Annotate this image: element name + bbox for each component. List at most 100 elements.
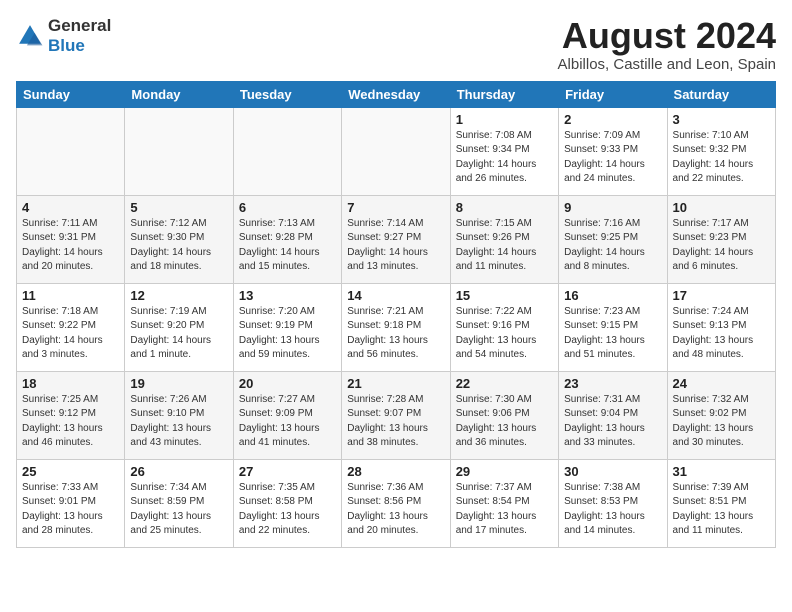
day-info: Sunrise: 7:13 AM Sunset: 9:28 PM Dayligh…	[239, 217, 336, 275]
day-info: Sunrise: 7:19 AM Sunset: 9:20 PM Dayligh…	[130, 305, 227, 363]
day-number: 21	[347, 376, 444, 391]
day-number: 12	[130, 288, 227, 303]
calendar-cell: 25 Sunrise: 7:33 AM Sunset: 9:01 PM Dayli…	[17, 459, 125, 547]
calendar-cell: 9 Sunrise: 7:16 AM Sunset: 9:25 PM Daylig…	[559, 195, 667, 283]
calendar-cell: 19Sunrise: 7:26 AM Sunset: 9:10 PM Dayli…	[125, 371, 233, 459]
day-number: 8	[456, 200, 553, 215]
day-info: Sunrise: 7:39 AM Sunset: 8:51 PM Dayligh…	[673, 481, 770, 539]
day-info: Sunrise: 7:16 AM Sunset: 9:25 PM Dayligh…	[564, 217, 661, 275]
day-info: Sunrise: 7:38 AM Sunset: 8:53 PM Dayligh…	[564, 481, 661, 539]
calendar-cell: 4 Sunrise: 7:11 AM Sunset: 9:31 PM Daylig…	[17, 195, 125, 283]
day-info: Sunrise: 7:35 AM Sunset: 8:58 PM Dayligh…	[239, 481, 336, 539]
day-info: Sunrise: 7:33 AM Sunset: 9:01 PM Dayligh…	[22, 481, 119, 539]
day-info: Sunrise: 7:36 AM Sunset: 8:56 PM Dayligh…	[347, 481, 444, 539]
day-number: 24	[673, 376, 770, 391]
logo: General Blue	[16, 16, 111, 56]
calendar-cell: 14 Sunrise: 7:21 AM Sunset: 9:18 PM Dayli…	[342, 283, 450, 371]
calendar-cell: 15 Sunrise: 7:22 AM Sunset: 9:16 PM Dayli…	[450, 283, 558, 371]
day-info: Sunrise: 7:09 AM Sunset: 9:33 PM Dayligh…	[564, 129, 661, 187]
weekday-header-tuesday: Tuesday	[233, 81, 341, 107]
weekday-header-sunday: Sunday	[17, 81, 125, 107]
logo-icon	[16, 22, 44, 50]
day-number: 26	[130, 464, 227, 479]
calendar-cell: 11 Sunrise: 7:18 AM Sunset: 9:22 PM Dayli…	[17, 283, 125, 371]
day-number: 15	[456, 288, 553, 303]
day-info: Sunrise: 7:28 AM Sunset: 9:07 PM Dayligh…	[347, 393, 444, 451]
day-number: 22	[456, 376, 553, 391]
day-info: Sunrise: 7:18 AM Sunset: 9:22 PM Dayligh…	[22, 305, 119, 363]
weekday-header-saturday: Saturday	[667, 81, 775, 107]
title-block: August 2024 Albillos, Castille and Leon,…	[558, 16, 776, 73]
day-info: Sunrise: 7:37 AM Sunset: 8:54 PM Dayligh…	[456, 481, 553, 539]
day-number: 10	[673, 200, 770, 215]
calendar-cell: 12 Sunrise: 7:19 AM Sunset: 9:20 PM Dayli…	[125, 283, 233, 371]
calendar-cell: 27 Sunrise: 7:35 AM Sunset: 8:58 PM Dayli…	[233, 459, 341, 547]
day-info: Sunrise: 7:12 AM Sunset: 9:30 PM Dayligh…	[130, 217, 227, 275]
calendar-cell: 26Sunrise: 7:34 AM Sunset: 8:59 PM Dayli…	[125, 459, 233, 547]
calendar-cell: 23Sunrise: 7:31 AM Sunset: 9:04 PM Dayli…	[559, 371, 667, 459]
day-number: 7	[347, 200, 444, 215]
day-info: Sunrise: 7:10 AM Sunset: 9:32 PM Dayligh…	[673, 129, 770, 187]
calendar-cell: 28 Sunrise: 7:36 AM Sunset: 8:56 PM Dayli…	[342, 459, 450, 547]
day-number: 14	[347, 288, 444, 303]
day-info: Sunrise: 7:25 AM Sunset: 9:12 PM Dayligh…	[22, 393, 119, 451]
day-number: 5	[130, 200, 227, 215]
day-number: 18	[22, 376, 119, 391]
calendar-cell: 6 Sunrise: 7:13 AM Sunset: 9:28 PM Daylig…	[233, 195, 341, 283]
calendar-cell	[17, 107, 125, 195]
day-info: Sunrise: 7:27 AM Sunset: 9:09 PM Dayligh…	[239, 393, 336, 451]
calendar-cell: 8Sunrise: 7:15 AM Sunset: 9:26 PM Daylig…	[450, 195, 558, 283]
calendar-week-row: 1 Sunrise: 7:08 AM Sunset: 9:34 PM Daylig…	[17, 107, 776, 195]
weekday-header-wednesday: Wednesday	[342, 81, 450, 107]
calendar-cell	[125, 107, 233, 195]
day-number: 17	[673, 288, 770, 303]
day-info: Sunrise: 7:26 AM Sunset: 9:10 PM Dayligh…	[130, 393, 227, 451]
day-info: Sunrise: 7:22 AM Sunset: 9:16 PM Dayligh…	[456, 305, 553, 363]
calendar-week-row: 18 Sunrise: 7:25 AM Sunset: 9:12 PM Dayli…	[17, 371, 776, 459]
calendar-cell: 16 Sunrise: 7:23 AM Sunset: 9:15 PM Dayli…	[559, 283, 667, 371]
day-info: Sunrise: 7:08 AM Sunset: 9:34 PM Dayligh…	[456, 129, 553, 187]
calendar-cell: 5 Sunrise: 7:12 AM Sunset: 9:30 PM Daylig…	[125, 195, 233, 283]
day-number: 1	[456, 112, 553, 127]
weekday-header-row: SundayMondayTuesdayWednesdayThursdayFrid…	[17, 81, 776, 107]
day-info: Sunrise: 7:20 AM Sunset: 9:19 PM Dayligh…	[239, 305, 336, 363]
calendar-cell: 24 Sunrise: 7:32 AM Sunset: 9:02 PM Dayli…	[667, 371, 775, 459]
day-info: Sunrise: 7:23 AM Sunset: 9:15 PM Dayligh…	[564, 305, 661, 363]
calendar-cell: 13 Sunrise: 7:20 AM Sunset: 9:19 PM Dayli…	[233, 283, 341, 371]
day-number: 9	[564, 200, 661, 215]
day-number: 16	[564, 288, 661, 303]
day-number: 29	[456, 464, 553, 479]
calendar-cell: 20 Sunrise: 7:27 AM Sunset: 9:09 PM Dayli…	[233, 371, 341, 459]
calendar-cell	[233, 107, 341, 195]
day-number: 27	[239, 464, 336, 479]
day-info: Sunrise: 7:11 AM Sunset: 9:31 PM Dayligh…	[22, 217, 119, 275]
day-number: 25	[22, 464, 119, 479]
day-number: 6	[239, 200, 336, 215]
calendar-cell: 31 Sunrise: 7:39 AM Sunset: 8:51 PM Dayli…	[667, 459, 775, 547]
day-number: 3	[673, 112, 770, 127]
calendar-cell: 1 Sunrise: 7:08 AM Sunset: 9:34 PM Daylig…	[450, 107, 558, 195]
day-info: Sunrise: 7:17 AM Sunset: 9:23 PM Dayligh…	[673, 217, 770, 275]
month-year: August 2024	[558, 16, 776, 56]
calendar-cell: 3 Sunrise: 7:10 AM Sunset: 9:32 PM Daylig…	[667, 107, 775, 195]
calendar-cell	[342, 107, 450, 195]
day-number: 13	[239, 288, 336, 303]
day-info: Sunrise: 7:21 AM Sunset: 9:18 PM Dayligh…	[347, 305, 444, 363]
calendar-cell: 29 Sunrise: 7:37 AM Sunset: 8:54 PM Dayli…	[450, 459, 558, 547]
day-number: 20	[239, 376, 336, 391]
calendar-cell: 30 Sunrise: 7:38 AM Sunset: 8:53 PM Dayli…	[559, 459, 667, 547]
day-number: 31	[673, 464, 770, 479]
page-header: General Blue August 2024 Albillos, Casti…	[16, 16, 776, 73]
logo-text-general: General	[48, 16, 111, 35]
day-info: Sunrise: 7:14 AM Sunset: 9:27 PM Dayligh…	[347, 217, 444, 275]
location: Albillos, Castille and Leon, Spain	[558, 56, 776, 73]
day-number: 4	[22, 200, 119, 215]
day-info: Sunrise: 7:32 AM Sunset: 9:02 PM Dayligh…	[673, 393, 770, 451]
weekday-header-monday: Monday	[125, 81, 233, 107]
day-info: Sunrise: 7:30 AM Sunset: 9:06 PM Dayligh…	[456, 393, 553, 451]
calendar-week-row: 4 Sunrise: 7:11 AM Sunset: 9:31 PM Daylig…	[17, 195, 776, 283]
day-number: 30	[564, 464, 661, 479]
day-number: 11	[22, 288, 119, 303]
calendar-cell: 22 Sunrise: 7:30 AM Sunset: 9:06 PM Dayli…	[450, 371, 558, 459]
day-number: 28	[347, 464, 444, 479]
